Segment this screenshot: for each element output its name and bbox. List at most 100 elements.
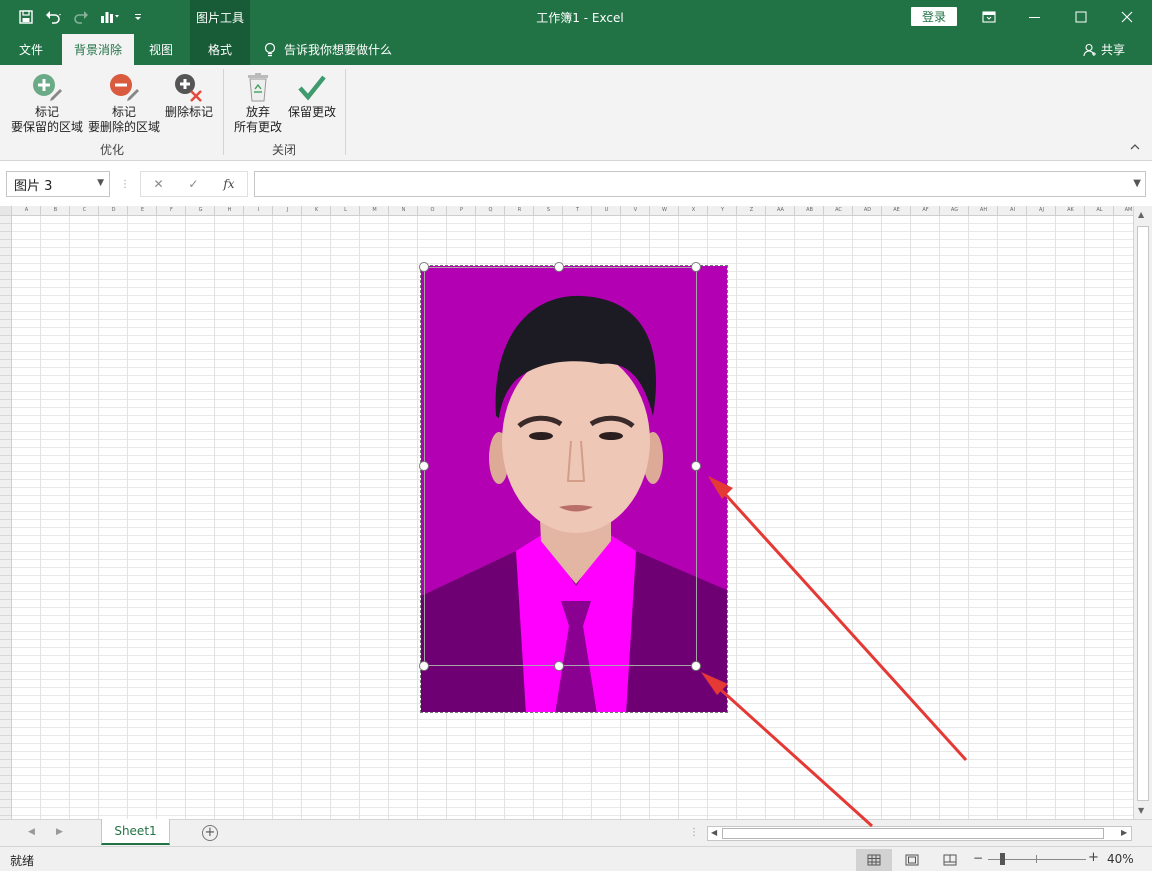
column-header-label[interactable]: G [186, 207, 215, 213]
resize-handle-top-left[interactable] [419, 262, 429, 272]
zoom-slider-knob[interactable] [1000, 853, 1005, 865]
resize-handle-top[interactable] [554, 262, 564, 272]
page-break-view-icon[interactable] [932, 849, 968, 871]
column-header-label[interactable]: H [215, 207, 244, 213]
column-header-label[interactable]: AK [1056, 207, 1085, 213]
column-header-label[interactable]: AA [766, 207, 795, 213]
name-box[interactable]: 图片 3 ▼ [6, 171, 110, 197]
column-header-label[interactable]: AH [969, 207, 998, 213]
column-header-label[interactable]: C [70, 207, 99, 213]
resize-handle-bottom[interactable] [554, 661, 564, 671]
keep-area-marquee[interactable] [424, 267, 697, 666]
page-layout-view-icon[interactable] [894, 849, 930, 871]
column-header-label[interactable]: F [157, 207, 186, 213]
delete-mark-button[interactable]: 删除标记 [162, 71, 216, 120]
zoom-in-icon[interactable]: + [1088, 850, 1099, 865]
column-header-label[interactable]: M [360, 207, 389, 213]
previous-sheet-icon[interactable]: ◀ [28, 827, 35, 837]
column-header-label[interactable]: AL [1085, 207, 1114, 213]
scroll-right-icon[interactable]: ▶ [1121, 828, 1127, 837]
column-header-label[interactable]: Z [737, 207, 766, 213]
column-header-label[interactable]: AF [911, 207, 940, 213]
column-header-label[interactable]: L [331, 207, 360, 213]
normal-view-icon[interactable] [856, 849, 892, 871]
formula-input[interactable]: ▼ [254, 171, 1146, 197]
resize-handle-bottom-right[interactable] [691, 661, 701, 671]
row-headers[interactable] [0, 216, 12, 819]
column-header-label[interactable]: N [389, 207, 418, 213]
resize-handle-bottom-left[interactable] [419, 661, 429, 671]
login-button[interactable]: 登录 [911, 7, 957, 26]
tell-me-box[interactable]: 告诉我你想要做什么 [264, 34, 392, 65]
minimize-icon[interactable] [1012, 0, 1058, 34]
column-header-label[interactable]: X [679, 207, 708, 213]
column-header-label[interactable]: J [273, 207, 302, 213]
expand-formula-icon[interactable]: ▼ [1133, 178, 1141, 189]
redo-icon[interactable] [70, 7, 94, 27]
scroll-up-icon[interactable]: ▲ [1138, 210, 1144, 219]
tab-splitter-icon[interactable]: ⋮ [689, 827, 699, 838]
resize-handle-right[interactable] [691, 461, 701, 471]
zoom-out-icon[interactable]: − [973, 851, 983, 865]
vertical-scrollbar[interactable]: ▲ ▼ [1133, 206, 1152, 819]
tab-view[interactable]: 视图 [138, 34, 184, 65]
column-header-label[interactable]: Q [476, 207, 505, 213]
column-header-label[interactable]: AG [940, 207, 969, 213]
resize-handle-top-right[interactable] [691, 262, 701, 272]
zoom-level[interactable]: 40% [1107, 852, 1134, 866]
column-header-label[interactable]: U [592, 207, 621, 213]
close-icon[interactable] [1104, 0, 1150, 34]
cancel-icon[interactable]: ✕ [153, 177, 163, 191]
column-header-label[interactable]: S [534, 207, 563, 213]
undo-icon[interactable] [42, 7, 66, 27]
enter-icon[interactable]: ✓ [188, 177, 198, 191]
scroll-down-icon[interactable]: ▼ [1138, 806, 1144, 815]
add-sheet-icon[interactable]: + [202, 825, 218, 841]
column-header-label[interactable]: AM [1114, 207, 1133, 213]
column-headers[interactable]: A B C D E F G H I J K L M N O P Q R S T U V W X Y Z AA AB AC AD AE AF AG… [12, 206, 1133, 216]
column-header-label[interactable]: Y [708, 207, 737, 213]
column-header-label[interactable]: AB [795, 207, 824, 213]
chart-icon[interactable] [98, 7, 122, 27]
maximize-icon[interactable] [1058, 0, 1104, 34]
sheet-tab[interactable]: Sheet1 [101, 819, 170, 845]
column-header-label[interactable]: R [505, 207, 534, 213]
discard-all-changes-button[interactable]: 放弃 所有更改 [230, 71, 286, 135]
tab-format[interactable]: 格式 [190, 34, 250, 65]
column-header-label[interactable]: E [128, 207, 157, 213]
column-header-label[interactable]: A [12, 207, 41, 213]
insert-function-button[interactable]: fx [223, 177, 234, 191]
column-header-label[interactable]: B [41, 207, 70, 213]
column-header-label[interactable]: AI [998, 207, 1027, 213]
next-sheet-icon[interactable]: ▶ [56, 827, 63, 837]
keep-changes-button[interactable]: 保留更改 [286, 71, 338, 120]
column-header-label[interactable]: V [621, 207, 650, 213]
column-header-label[interactable]: I [244, 207, 273, 213]
column-header-label[interactable]: D [99, 207, 128, 213]
customize-toolbar-icon[interactable] [126, 7, 150, 27]
resize-handle-left[interactable] [419, 461, 429, 471]
scroll-left-icon[interactable]: ◀ [711, 828, 717, 837]
ribbon-display-options-icon[interactable] [966, 0, 1012, 34]
share-button[interactable]: 共享 [1083, 34, 1125, 65]
select-all-corner[interactable] [0, 206, 12, 216]
tab-file[interactable]: 文件 [6, 34, 56, 65]
save-icon[interactable] [14, 7, 38, 27]
column-header-label[interactable]: AJ [1027, 207, 1056, 213]
column-header-label[interactable]: K [302, 207, 331, 213]
column-header-label[interactable]: W [650, 207, 679, 213]
collapse-ribbon-icon[interactable] [1130, 143, 1142, 155]
column-header-label[interactable]: AD [853, 207, 882, 213]
column-header-label[interactable]: T [563, 207, 592, 213]
horizontal-scrollbar[interactable]: ◀ ▶ [707, 826, 1132, 841]
vertical-scroll-thumb[interactable] [1137, 226, 1149, 801]
column-header-label[interactable]: AE [882, 207, 911, 213]
tab-background-removal[interactable]: 背景消除 [62, 34, 134, 65]
chevron-down-icon[interactable]: ▼ [97, 178, 104, 188]
column-header-label[interactable]: O [418, 207, 447, 213]
mark-areas-to-remove-button[interactable]: 标记 要删除的区域 [86, 71, 162, 135]
horizontal-scroll-thumb[interactable] [722, 828, 1104, 839]
mark-areas-to-keep-button[interactable]: 标记 要保留的区域 [8, 71, 86, 135]
column-header-label[interactable]: P [447, 207, 476, 213]
column-header-label[interactable]: AC [824, 207, 853, 213]
